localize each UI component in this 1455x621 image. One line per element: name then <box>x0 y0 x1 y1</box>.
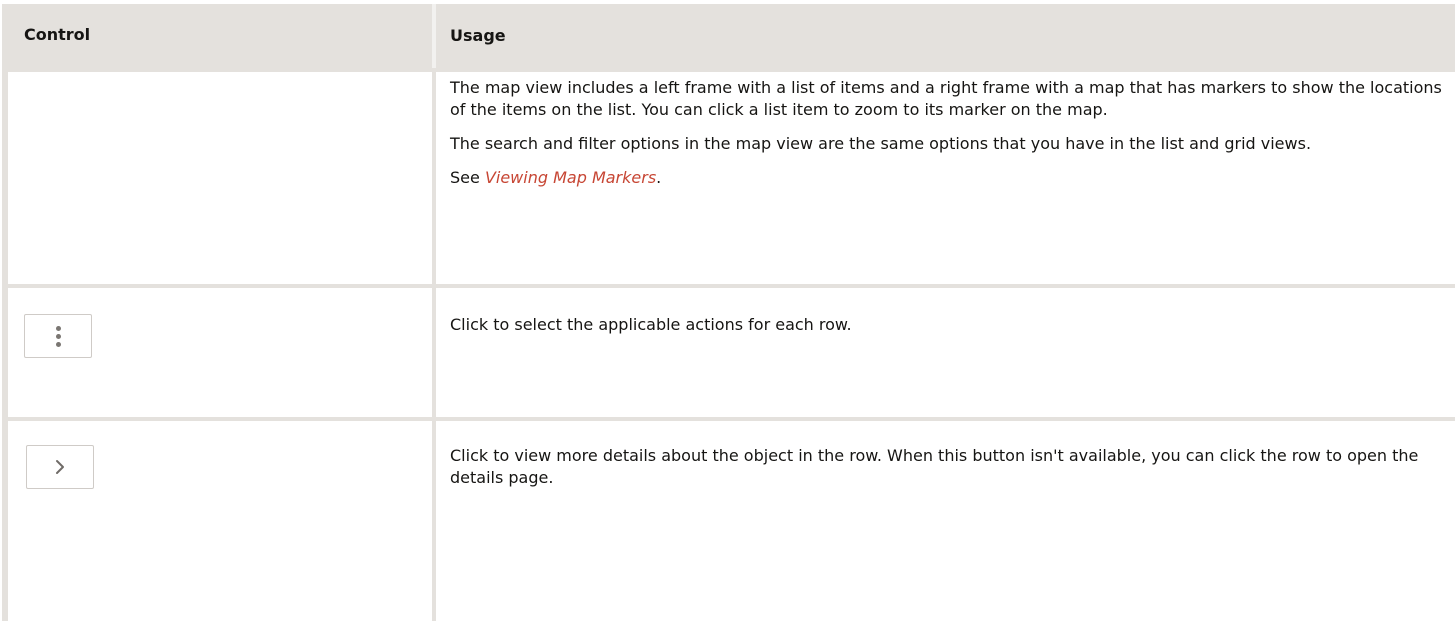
table-row: Click to view more details about the obj… <box>8 421 1455 621</box>
see-text: See <box>450 168 485 187</box>
control-cell <box>8 72 436 284</box>
table-row: Click to select the applicable actions f… <box>8 288 1455 421</box>
usage-cell: Click to view more details about the obj… <box>436 421 1455 621</box>
usage-cell: The map view includes a left frame with … <box>436 72 1455 284</box>
more-actions-button[interactable] <box>24 314 92 358</box>
table-header-row: Control Usage <box>8 4 1455 72</box>
usage-paragraph: The map view includes a left frame with … <box>450 78 1442 119</box>
usage-paragraph: The search and filter options in the map… <box>450 134 1312 153</box>
more-actions-icon <box>55 325 61 347</box>
table-row: The map view includes a left frame with … <box>8 72 1455 288</box>
control-cell <box>8 421 436 621</box>
usage-paragraph: Click to select the applicable actions f… <box>450 315 852 334</box>
header-usage: Usage <box>450 26 506 45</box>
usage-cell: Click to select the applicable actions f… <box>436 288 1455 417</box>
view-details-button[interactable] <box>26 445 94 489</box>
header-control: Control <box>8 4 436 68</box>
control-cell <box>8 288 436 417</box>
usage-paragraph: See Viewing Map Markers. <box>450 167 1448 189</box>
chevron-right-icon <box>56 460 64 474</box>
usage-paragraph: Click to view more details about the obj… <box>450 446 1419 487</box>
controls-table: Control Usage The map view includes a le… <box>2 4 1455 621</box>
viewing-map-markers-link[interactable]: Viewing Map Markers <box>485 168 656 187</box>
period-text: . <box>656 168 662 187</box>
